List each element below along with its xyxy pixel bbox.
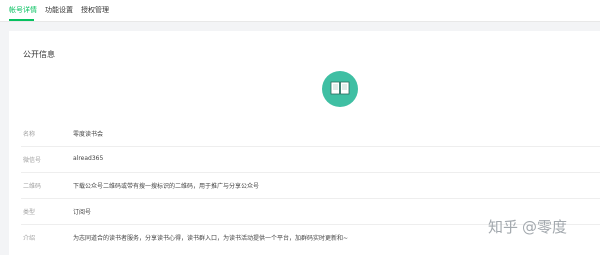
- row-value: 为志同道合的读书者服务，分享读书心得，读书群入口，为读书活动提供一个平台，加群码…: [73, 235, 349, 242]
- row-label: 介绍: [23, 235, 36, 242]
- account-avatar: [322, 71, 358, 107]
- row-label: 二维码: [23, 183, 42, 190]
- row-value: alread365: [73, 155, 104, 162]
- watermark-handle: @零度: [522, 217, 568, 236]
- info-row-qr-code: 二维码 下载公众号二维码或带有搜一搜标识的二维码，用于推广与分享公众号: [21, 173, 600, 199]
- watermark-brand: 知乎: [488, 217, 519, 236]
- open-book-icon: [330, 80, 350, 99]
- row-value: 订阅号: [73, 209, 92, 216]
- active-tab-indicator: [9, 19, 34, 21]
- info-row-name: 名称 零度读书会: [21, 121, 600, 147]
- tab-account-details[interactable]: 帐号详情: [9, 5, 37, 15]
- qr-download-link[interactable]: 下载公众号二维码或带有搜一搜标识的二维码，用于推广与分享公众号: [73, 181, 259, 190]
- row-value: 零度读书会: [73, 131, 104, 138]
- tab-authorization-management[interactable]: 授权管理: [81, 5, 109, 15]
- section-title: 公开信息: [23, 50, 55, 59]
- row-label: 微信号: [23, 157, 42, 164]
- tab-feature-settings[interactable]: 功能设置: [45, 5, 73, 15]
- top-tab-bar: 帐号详情 功能设置 授权管理: [0, 0, 600, 22]
- zhihu-watermark: 知乎 @零度: [488, 216, 567, 236]
- info-row-wechat-id: 微信号 alread365: [21, 147, 600, 173]
- row-label: 名称: [23, 131, 36, 138]
- row-label: 类型: [23, 209, 36, 216]
